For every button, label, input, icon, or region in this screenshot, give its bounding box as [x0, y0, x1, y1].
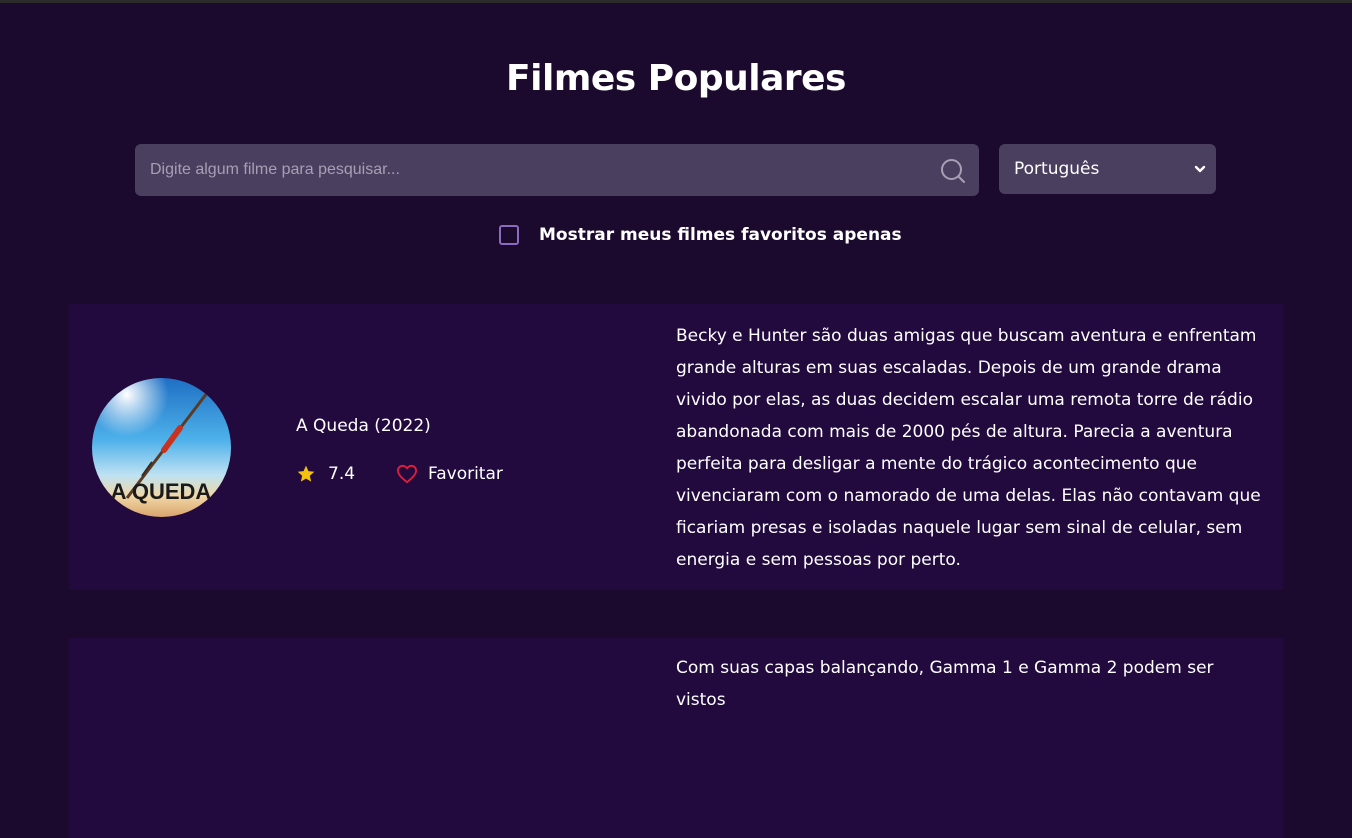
- movie-overview: Com suas capas balançando, Gamma 1 e Gam…: [676, 658, 1214, 710]
- rating-value: 7.4: [328, 464, 356, 484]
- movie-poster: A QUEDA: [92, 378, 231, 517]
- search-input[interactable]: [135, 144, 979, 196]
- chevron-down-icon: [1194, 165, 1206, 173]
- page-title: Filmes Populares: [506, 58, 846, 99]
- favorite-label: Favoritar: [428, 464, 503, 484]
- top-border: [0, 0, 1352, 3]
- poster-title-art: A QUEDA: [111, 479, 212, 504]
- movie-card: Com suas capas balançando, Gamma 1 e Gam…: [69, 638, 1283, 838]
- favorite-button[interactable]: Favoritar: [396, 464, 503, 484]
- movie-title: A Queda (2022): [296, 416, 431, 436]
- favorites-filter-label: Mostrar meus filmes favoritos apenas: [539, 225, 902, 245]
- favorites-filter[interactable]: Mostrar meus filmes favoritos apenas: [499, 224, 902, 246]
- heart-icon[interactable]: [396, 464, 418, 484]
- search-icon[interactable]: [939, 157, 967, 185]
- movie-card: A QUEDA A Queda (2022) 7.4 Favoritar Bec…: [69, 304, 1283, 590]
- language-select-value: Português: [1014, 159, 1100, 179]
- favorites-checkbox[interactable]: [499, 225, 519, 245]
- movie-rating: 7.4: [296, 464, 355, 484]
- star-icon: [297, 465, 315, 482]
- search-bar: [135, 144, 979, 196]
- language-select[interactable]: Português: [999, 144, 1216, 194]
- movie-overview: Becky e Hunter são duas amigas que busca…: [676, 326, 1261, 570]
